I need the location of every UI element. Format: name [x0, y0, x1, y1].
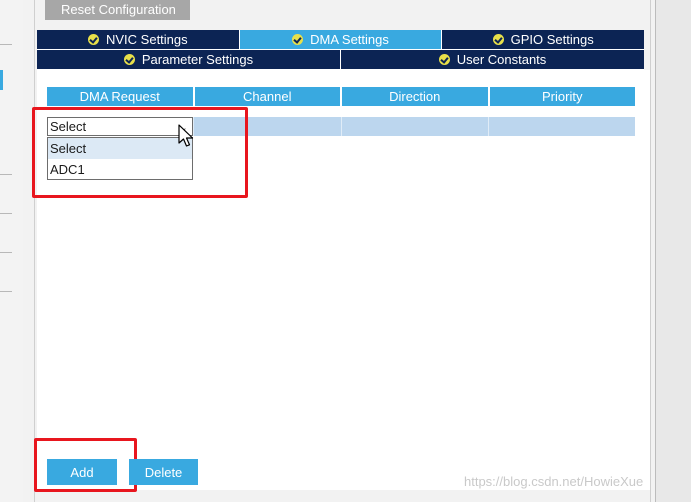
tab-label: User Constants [456, 52, 547, 67]
column-header-priority: Priority [489, 87, 635, 106]
check-circle-icon [492, 34, 504, 45]
frame-border-left [34, 0, 35, 502]
check-circle-icon [123, 54, 135, 65]
check-circle-icon [438, 54, 450, 65]
tab-parameter-settings[interactable]: Parameter Settings [37, 50, 341, 70]
column-header-direction: Direction [342, 87, 490, 106]
sidebar-divider [0, 174, 12, 175]
tab-gpio-settings[interactable]: GPIO Settings [442, 30, 645, 50]
tab-label: NVIC Settings [106, 32, 188, 47]
sidebar-divider [0, 44, 12, 45]
tab-label: DMA Settings [310, 32, 389, 47]
right-pane [655, 0, 691, 502]
reset-configuration-button[interactable]: Reset Configuration [45, 0, 190, 20]
check-circle-icon [292, 34, 304, 45]
cell-direction[interactable] [341, 117, 489, 136]
sidebar-selection-marker [0, 70, 3, 90]
tab-dma-settings[interactable]: DMA Settings [239, 30, 443, 50]
frame-border-right [650, 0, 651, 502]
column-header-channel: Channel [194, 87, 342, 106]
tabs-row-2: Parameter Settings User Constants [37, 50, 644, 70]
sidebar-divider [0, 291, 12, 292]
tab-label: GPIO Settings [510, 32, 594, 47]
column-header-dma-request: DMA Request [47, 87, 195, 106]
left-sidebar-strip [0, 0, 24, 502]
check-circle-icon [88, 34, 99, 45]
delete-button[interactable]: Delete [129, 459, 198, 485]
cell-priority[interactable] [488, 117, 635, 136]
annotation-highlight-dropdown [32, 107, 248, 198]
sidebar-divider [0, 252, 12, 253]
sidebar-divider [0, 213, 12, 214]
add-button[interactable]: Add [47, 459, 117, 485]
tab-label: Parameter Settings [141, 52, 254, 67]
dma-table-header: DMA Request Channel Direction Priority [47, 87, 635, 106]
tab-nvic-settings[interactable]: NVIC Settings [37, 30, 240, 50]
watermark-text: https://blog.csdn.net/HowieXue [464, 474, 644, 489]
tab-user-constants[interactable]: User Constants [341, 50, 644, 70]
tabs-row-1: NVIC Settings DMA Settings GPIO Settings [37, 30, 645, 50]
